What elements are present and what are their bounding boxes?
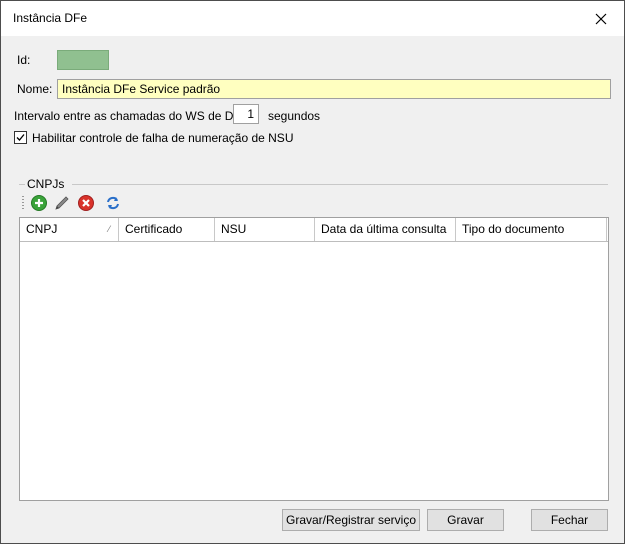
close-window-button[interactable] [578,1,624,36]
column-header-tipo-documento[interactable]: Tipo do documento [456,218,607,241]
column-header-certificado[interactable]: Certificado [119,218,215,241]
column-label: Certificado [125,222,183,236]
close-button[interactable]: Fechar [531,509,608,531]
add-icon [31,195,47,211]
column-header-data-ultima-consulta[interactable]: Data da última consulta [315,218,456,241]
grid-header: CNPJ ⁄ Certificado NSU Data da última co… [20,218,608,242]
column-label: Data da última consulta [321,222,447,236]
delete-cnpj-button[interactable] [76,193,96,213]
close-icon [595,13,607,24]
column-label: NSU [221,222,247,236]
title-bar: Instância DFe [1,1,624,36]
refresh-icon [107,196,119,210]
toolbar-grip [22,196,24,211]
id-label: Id: [17,53,31,67]
window-title: Instância DFe [13,11,88,25]
column-header-cnpj[interactable]: CNPJ ⁄ [20,218,119,241]
interval-unit-label: segundos [268,109,321,123]
nsu-control-label: Habilitar controle de falha de numeração… [32,131,294,145]
add-cnpj-button[interactable] [29,193,49,213]
checkmark-icon [16,134,25,141]
name-input[interactable] [57,79,611,99]
save-register-button[interactable]: Gravar/Registrar serviço [282,509,420,531]
cnpjs-group-label: CNPJs [27,177,65,191]
cnpj-grid[interactable]: CNPJ ⁄ Certificado NSU Data da última co… [19,217,609,501]
id-field [57,50,109,70]
refresh-cnpj-button[interactable] [103,193,123,213]
group-divider-left [19,184,25,185]
column-label: Tipo do documento [462,222,565,236]
nsu-control-checkbox[interactable] [14,131,27,144]
dialog-window: Instância DFe Id: Nome: Intervalo entre … [0,0,625,544]
save-button[interactable]: Gravar [427,509,504,531]
delete-icon [78,195,94,211]
sort-indicator-icon: ⁄ [108,224,110,234]
interval-spinbox[interactable]: 1 [233,104,259,124]
cnpj-toolbar [19,192,608,215]
interval-label: Intervalo entre as chamadas do WS de DFe [14,109,248,123]
column-header-nsu[interactable]: NSU [215,218,315,241]
pencil-icon [55,196,69,210]
group-divider [72,184,608,185]
edit-cnpj-button[interactable] [52,193,72,213]
column-label: CNPJ [26,222,58,236]
name-label: Nome: [17,82,53,96]
